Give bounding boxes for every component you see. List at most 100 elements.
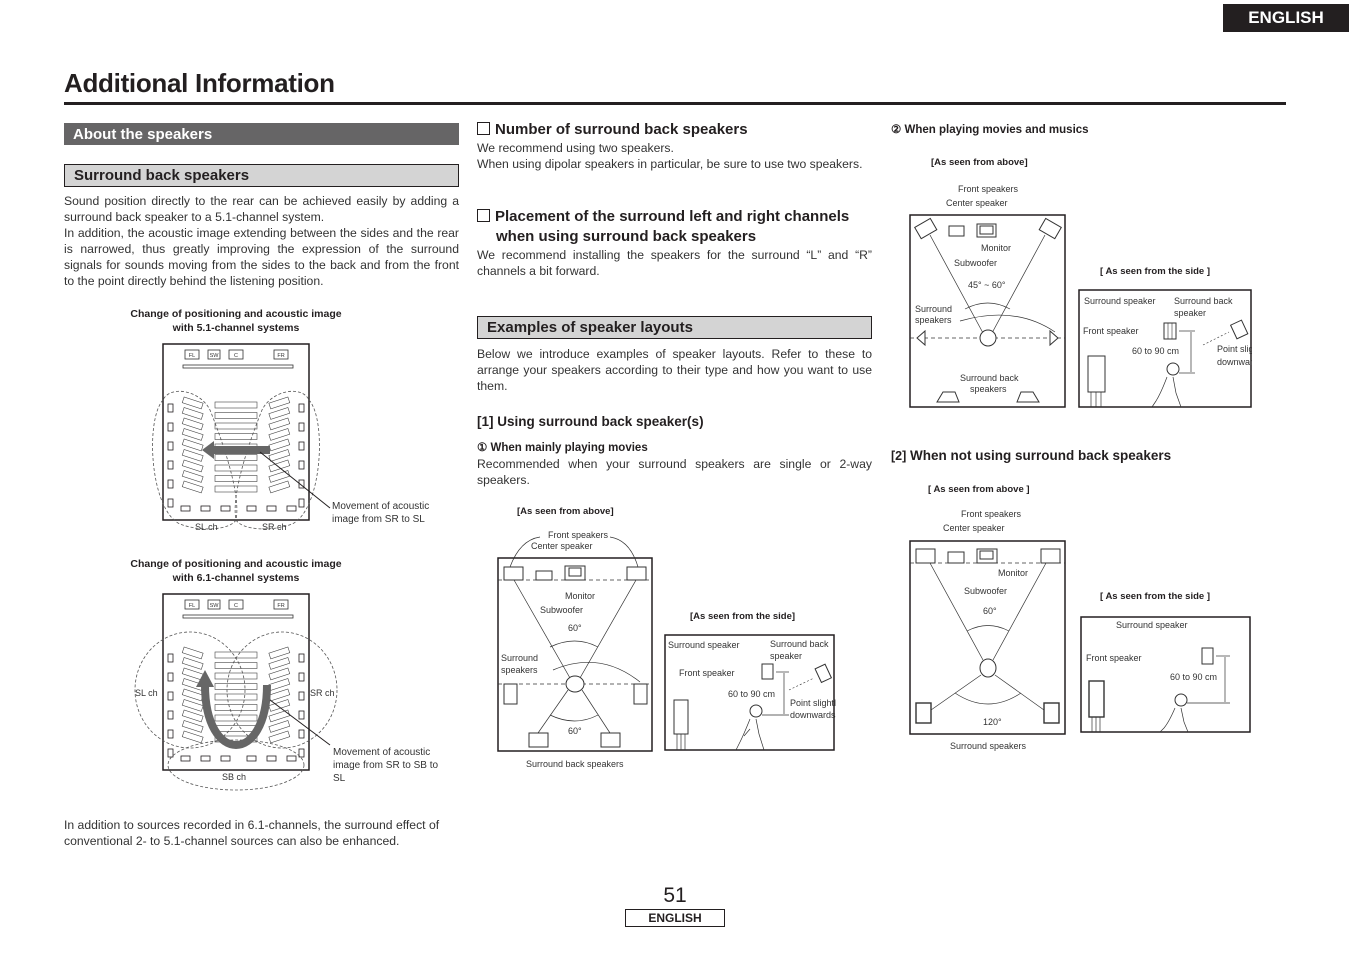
subwoofer-label: Subwoofer — [540, 605, 583, 615]
height-label: 60 to 90 cm — [1132, 346, 1179, 356]
speaker-fr-label: FR — [277, 603, 284, 609]
surround-left-speaker — [915, 702, 932, 724]
wall-speaker-left — [167, 498, 174, 508]
front-left-speaker — [503, 566, 524, 581]
front-speakers: FL SW C FR — [184, 599, 289, 610]
wall-speaker-left — [167, 422, 174, 432]
placement-heading: Placement of the surround left and right… — [477, 207, 877, 247]
no-back-side-diagram: Surround speaker Front speaker 60 to 90 … — [1080, 616, 1251, 733]
subwoofer — [947, 551, 965, 564]
surround-label-2: speakers — [501, 665, 538, 675]
intro-paragraph-1: Sound position directly to the rear can … — [64, 194, 459, 224]
number-text-1: We recommend using two speakers. — [477, 141, 674, 155]
front-speaker — [1087, 355, 1106, 393]
sl-ch-label: SL ch — [195, 522, 218, 532]
point-label-1: Point slightly — [790, 698, 836, 708]
listener — [979, 658, 997, 678]
rear-speaker — [180, 755, 191, 762]
center-speaker-label: Center speaker — [531, 541, 593, 551]
seat-row-left — [181, 667, 204, 681]
seat-row-center — [214, 422, 258, 430]
movies-music-above-diagram: Front speakers Center speaker Monitor Su… — [909, 184, 1066, 408]
seat-row-center — [214, 454, 258, 461]
wall-speaker-left — [167, 403, 174, 413]
surround-back-speaker — [1229, 319, 1249, 340]
movement-arrowhead — [202, 441, 214, 459]
seat-row-right — [268, 688, 291, 702]
surround-back-label: Surround back speakers — [526, 759, 624, 769]
room-outline — [909, 540, 1066, 735]
rear-speaker — [220, 505, 231, 512]
speaker-fl-label: FL — [189, 353, 195, 359]
sb-ch-label: SB ch — [222, 772, 246, 782]
page-title: Additional Information — [64, 68, 335, 98]
seat-rows-1 — [167, 396, 305, 512]
listener-body — [735, 718, 765, 751]
rear-speaker — [246, 755, 257, 762]
seat-row-right — [268, 470, 291, 483]
angle-back-label: 60° — [568, 726, 582, 736]
wall-speaker-right — [298, 422, 305, 432]
seat-row-left — [181, 438, 204, 452]
listener — [979, 329, 997, 347]
theater-6-1-diagram: FL SW C FR SL ch SR ch SB ch Movement of… — [134, 593, 438, 791]
seat-row-right — [268, 417, 291, 431]
seat-row-left — [181, 480, 204, 494]
seat-row-left — [181, 688, 204, 702]
listener-body — [1151, 376, 1182, 408]
point-label-1: Point slightly — [1217, 344, 1252, 354]
height-label: 60 to 90 cm — [728, 689, 775, 699]
intro-paragraph-2: In addition, the acoustic image extendin… — [64, 226, 459, 288]
right-above-caption: [As seen from above] — [931, 157, 1028, 168]
rear-speaker — [220, 755, 231, 762]
wall-speaker-right — [298, 691, 305, 701]
seat-row-right — [268, 678, 291, 691]
no-back-above-diagram: Front speakers Center speaker Monitor Su… — [909, 509, 1066, 751]
wall-speaker-left — [167, 710, 174, 720]
subwoofer — [948, 225, 965, 237]
seat-row-right — [268, 709, 291, 723]
seat-row-right — [268, 667, 291, 681]
wall-speaker-left — [167, 748, 174, 758]
seat-row-right — [268, 657, 291, 670]
angle-front-label: 60° — [983, 606, 997, 616]
center-speaker-label: Center speaker — [943, 523, 1005, 533]
front-speakers-label: Front speakers — [958, 184, 1019, 194]
surround-back-label-1: Surround back — [1174, 296, 1233, 306]
wall-speaker-left — [167, 441, 174, 451]
surround-speaker-label: Surround speaker — [1084, 296, 1156, 306]
examples-header: Examples of speaker layouts — [477, 316, 872, 339]
surround-right-speaker — [1043, 702, 1060, 724]
surround-back-right — [1016, 391, 1040, 403]
screen — [182, 614, 294, 619]
theater-5-1-diagram: FL SW C FR SL ch SR ch Movement of acous… — [152, 343, 429, 532]
surround-speaker-label: Surround speaker — [1116, 620, 1188, 630]
seat-row-left — [181, 428, 204, 441]
seat-row-right — [268, 438, 291, 452]
seat-row-center — [214, 433, 258, 440]
right-side-caption: [ As seen from the side ] — [1100, 266, 1210, 277]
fig1-note-line1: Movement of acoustic — [332, 501, 429, 512]
fig2-caption-line2: with 6.1-channel systems — [172, 572, 300, 584]
front-speakers: FL SW C FR — [184, 349, 289, 360]
monitor-label: Monitor — [981, 243, 1011, 253]
surround-left-speaker — [503, 683, 518, 705]
fig1-note-line2: image from SR to SL — [332, 514, 425, 525]
rear-speaker — [266, 505, 277, 512]
seat-row-left — [181, 699, 204, 712]
seat-row-left — [181, 470, 204, 483]
surround-back-speaker — [814, 663, 833, 684]
movies-side-diagram: Surround speaker Surround back speaker F… — [664, 634, 836, 751]
wall-speaker-left — [167, 672, 174, 682]
surround-label-1: Surround — [501, 653, 538, 663]
not-using-heading: [2] When not using surround back speaker… — [891, 448, 1172, 463]
front-speakers-label: Front speakers — [961, 509, 1022, 519]
seat-row-left — [181, 720, 204, 733]
number-text-2: When using dipolar speakers in particula… — [477, 157, 863, 171]
seat-row-right — [268, 720, 291, 733]
front-speaker-label: Front speaker — [679, 668, 735, 678]
front-speaker-label: Front speaker — [1086, 653, 1142, 663]
intro-text: Sound position directly to the rear can … — [64, 193, 459, 289]
sl-ch-label: SL ch — [135, 688, 158, 698]
using-heading: [1] Using surround back speaker(s) — [477, 414, 704, 429]
